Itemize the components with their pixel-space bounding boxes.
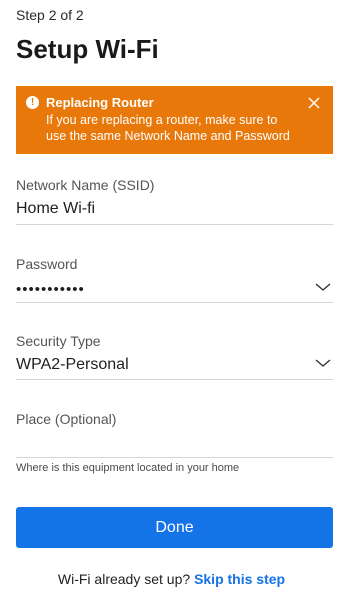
security-type-underline — [16, 379, 333, 380]
step-indicator: Step 2 of 2 — [16, 7, 84, 23]
place-hint: Where is this equipment located in your … — [16, 462, 240, 474]
ssid-underline — [16, 224, 333, 225]
place-label: Place (Optional) — [16, 411, 117, 427]
place-underline — [16, 457, 333, 458]
security-type-field[interactable]: Security Type WPA2-Personal — [16, 333, 333, 381]
password-label: Password — [16, 256, 78, 272]
replacing-router-banner: ! Replacing Router If you are replacing … — [16, 86, 333, 154]
banner-title: Replacing Router — [46, 95, 154, 110]
chevron-down-icon[interactable] — [315, 358, 331, 368]
warning-icon: ! — [26, 96, 39, 109]
ssid-label: Network Name (SSID) — [16, 177, 155, 193]
footer: Wi-Fi already set up? Skip this step — [0, 571, 343, 587]
done-button[interactable]: Done — [16, 507, 333, 548]
close-icon[interactable] — [306, 95, 322, 111]
ssid-field[interactable]: Network Name (SSID) Home Wi-fi — [16, 177, 333, 225]
chevron-down-icon[interactable] — [315, 282, 331, 292]
already-setup-text: Wi-Fi already set up? — [57, 571, 191, 587]
password-underline — [16, 302, 333, 303]
security-type-label: Security Type — [16, 333, 101, 349]
page-title: Setup Wi-Fi — [16, 34, 159, 64]
password-field[interactable]: Password ••••••••••• — [16, 256, 333, 304]
place-field[interactable]: Place (Optional) — [16, 411, 333, 459]
banner-message: If you are replacing a router, make sure… — [46, 113, 290, 143]
ssid-input[interactable]: Home Wi-fi — [16, 200, 333, 218]
security-type-select[interactable]: WPA2-Personal — [16, 356, 333, 374]
password-input[interactable]: ••••••••••• — [16, 281, 333, 298]
skip-step-link[interactable]: Skip this step — [194, 571, 285, 587]
